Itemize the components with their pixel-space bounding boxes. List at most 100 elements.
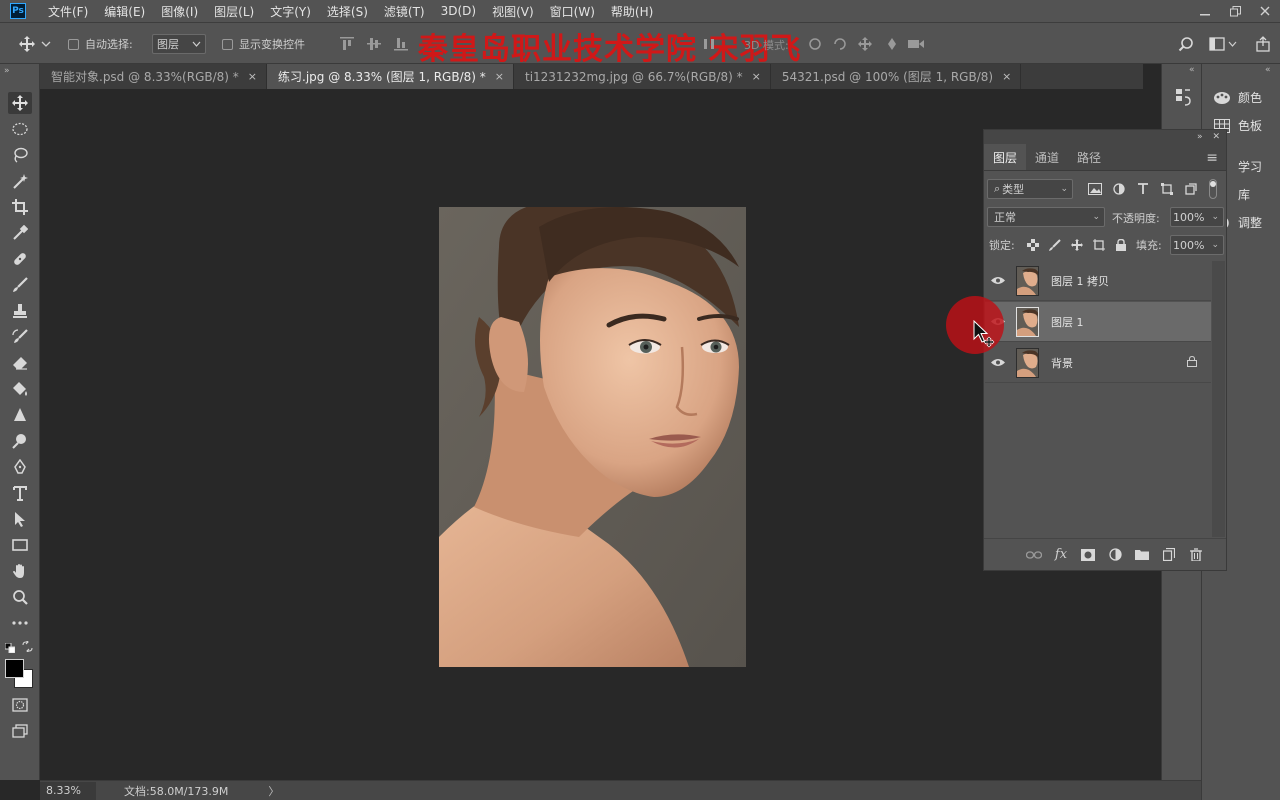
lock-transparent-pixels-icon[interactable]	[1026, 238, 1040, 252]
search-icon[interactable]	[1177, 35, 1195, 53]
align-vertical-center-icon[interactable]	[365, 35, 383, 53]
default-colors-icon[interactable]	[4, 642, 16, 656]
tab-document-4[interactable]: 54321.psd @ 100% (图层 1, RGB/8) ×	[771, 64, 1022, 89]
layer-row-background[interactable]: 背景	[985, 343, 1211, 383]
filter-smart-object-icon[interactable]	[1183, 181, 1199, 197]
fill-input[interactable]: 100% ⌄	[1170, 235, 1224, 255]
filter-kind-dropdown[interactable]: ⌕ 类型 ⌄	[987, 179, 1073, 199]
menu-view[interactable]: 视图(V)	[484, 3, 542, 20]
zoom-level-input[interactable]: 8.33%	[40, 781, 96, 800]
hand-tool-icon[interactable]	[8, 560, 32, 582]
rectangle-tool-icon[interactable]	[8, 534, 32, 556]
auto-select-option[interactable]: 自动选择:	[68, 34, 133, 54]
new-group-icon[interactable]	[1134, 547, 1150, 563]
menu-image[interactable]: 图像(I)	[153, 3, 206, 20]
collapse-dock-icon[interactable]: «	[1265, 65, 1271, 75]
menu-edit[interactable]: 编辑(E)	[96, 3, 153, 20]
blur-tool-icon[interactable]	[8, 404, 32, 426]
paint-bucket-tool-icon[interactable]	[8, 378, 32, 400]
layer-row-layer-1[interactable]: 图层 1	[985, 302, 1211, 342]
collapse-strip-icon[interactable]: «	[1189, 65, 1195, 75]
share-icon[interactable]	[1254, 35, 1272, 53]
more-tools-icon[interactable]	[8, 612, 32, 634]
workspace-switcher-icon[interactable]	[1208, 35, 1238, 53]
close-window-icon[interactable]	[1250, 0, 1280, 22]
zoom-tool-icon[interactable]	[8, 586, 32, 608]
menu-3d[interactable]: 3D(D)	[433, 4, 484, 18]
layer-name[interactable]: 背景	[1051, 355, 1073, 371]
tab-paths[interactable]: 路径	[1068, 144, 1110, 170]
quick-mask-icon[interactable]	[8, 694, 32, 716]
move-tool-icon[interactable]	[8, 92, 32, 114]
layer-style-fx-icon[interactable]: fx	[1053, 547, 1069, 563]
swap-colors-icon[interactable]	[22, 639, 33, 655]
brush-tool-icon[interactable]	[8, 274, 32, 296]
lock-position-icon[interactable]	[1070, 238, 1084, 252]
filter-shape-icon[interactable]	[1159, 181, 1175, 197]
layer-name[interactable]: 图层 1 拷贝	[1051, 273, 1109, 289]
3d-roll-icon[interactable]	[831, 35, 849, 53]
auto-select-target-dropdown[interactable]: 图层	[152, 34, 206, 54]
path-selection-tool-icon[interactable]	[8, 508, 32, 530]
type-tool-icon[interactable]	[8, 482, 32, 504]
link-layers-icon[interactable]	[1026, 547, 1042, 563]
filter-pixel-icon[interactable]	[1087, 181, 1103, 197]
distribute-icon[interactable]	[700, 35, 718, 53]
panel-menu-icon[interactable]: ≡	[1206, 150, 1218, 166]
show-transform-checkbox[interactable]	[222, 38, 233, 50]
collapse-toolbar-icon[interactable]: »	[4, 66, 10, 76]
layers-scrollbar[interactable]	[1212, 261, 1225, 537]
opacity-input[interactable]: 100% ⌄	[1170, 207, 1224, 227]
minimize-icon[interactable]	[1190, 0, 1220, 22]
document-image[interactable]	[439, 207, 746, 667]
add-mask-icon[interactable]	[1080, 547, 1096, 563]
adjustment-layer-icon[interactable]	[1107, 547, 1123, 563]
visibility-eye-icon[interactable]	[985, 276, 1011, 285]
lock-image-pixels-icon[interactable]	[1048, 238, 1062, 252]
history-panel-icon[interactable]	[1174, 87, 1192, 110]
collapse-panel-icon[interactable]: »	[1197, 132, 1203, 142]
document-size-info[interactable]: 文档:58.0M/173.9M	[124, 783, 228, 799]
tab-document-2[interactable]: 练习.jpg @ 8.33% (图层 1, RGB/8) * ×	[267, 64, 514, 89]
magic-wand-tool-icon[interactable]	[8, 170, 32, 192]
healing-brush-tool-icon[interactable]	[8, 248, 32, 270]
menu-type[interactable]: 文字(Y)	[262, 3, 319, 20]
3d-slide-icon[interactable]	[883, 35, 901, 53]
eraser-tool-icon[interactable]	[8, 352, 32, 374]
lock-all-icon[interactable]	[1114, 238, 1128, 252]
delete-layer-icon[interactable]	[1188, 547, 1204, 563]
menu-select[interactable]: 选择(S)	[319, 3, 376, 20]
align-top-icon[interactable]	[338, 35, 356, 53]
layer-name[interactable]: 图层 1	[1051, 314, 1084, 330]
3d-pan-icon[interactable]	[856, 35, 874, 53]
status-menu-arrow-icon[interactable]: 〉	[268, 783, 279, 799]
visibility-eye-icon[interactable]	[985, 358, 1011, 367]
tab-layers[interactable]: 图层	[984, 144, 1027, 170]
close-tab-icon[interactable]: ×	[248, 70, 257, 83]
filter-adjustment-icon[interactable]	[1111, 181, 1127, 197]
eyedropper-tool-icon[interactable]	[8, 222, 32, 244]
close-tab-icon[interactable]: ×	[1002, 70, 1011, 83]
history-brush-tool-icon[interactable]	[8, 326, 32, 348]
screen-mode-icon[interactable]	[8, 720, 32, 742]
layer-lock-icon[interactable]	[1187, 355, 1197, 370]
crop-tool-icon[interactable]	[8, 196, 32, 218]
menu-window[interactable]: 窗口(W)	[542, 3, 603, 20]
tool-preset-picker[interactable]	[18, 34, 51, 54]
filter-toggle-switch[interactable]	[1209, 179, 1217, 199]
menu-layer[interactable]: 图层(L)	[206, 3, 262, 20]
tab-document-1[interactable]: 智能对象.psd @ 8.33%(RGB/8) * ×	[40, 64, 267, 89]
new-layer-icon[interactable]	[1161, 547, 1177, 563]
menu-file[interactable]: 文件(F)	[40, 3, 96, 20]
photoshop-logo[interactable]: Ps	[10, 3, 26, 19]
auto-select-checkbox[interactable]	[68, 38, 79, 50]
3d-orbit-icon[interactable]	[806, 35, 824, 53]
3d-scale-icon[interactable]	[907, 35, 925, 53]
menu-filter[interactable]: 滤镜(T)	[376, 3, 433, 20]
blend-mode-dropdown[interactable]: 正常 ⌄	[987, 207, 1105, 227]
color-panel-tab[interactable]: 颜色	[1212, 89, 1262, 106]
show-transform-option[interactable]: 显示变换控件	[222, 34, 305, 54]
close-tab-icon[interactable]: ×	[495, 70, 504, 83]
tab-channels[interactable]: 通道	[1026, 144, 1068, 170]
menu-help[interactable]: 帮助(H)	[603, 3, 661, 20]
